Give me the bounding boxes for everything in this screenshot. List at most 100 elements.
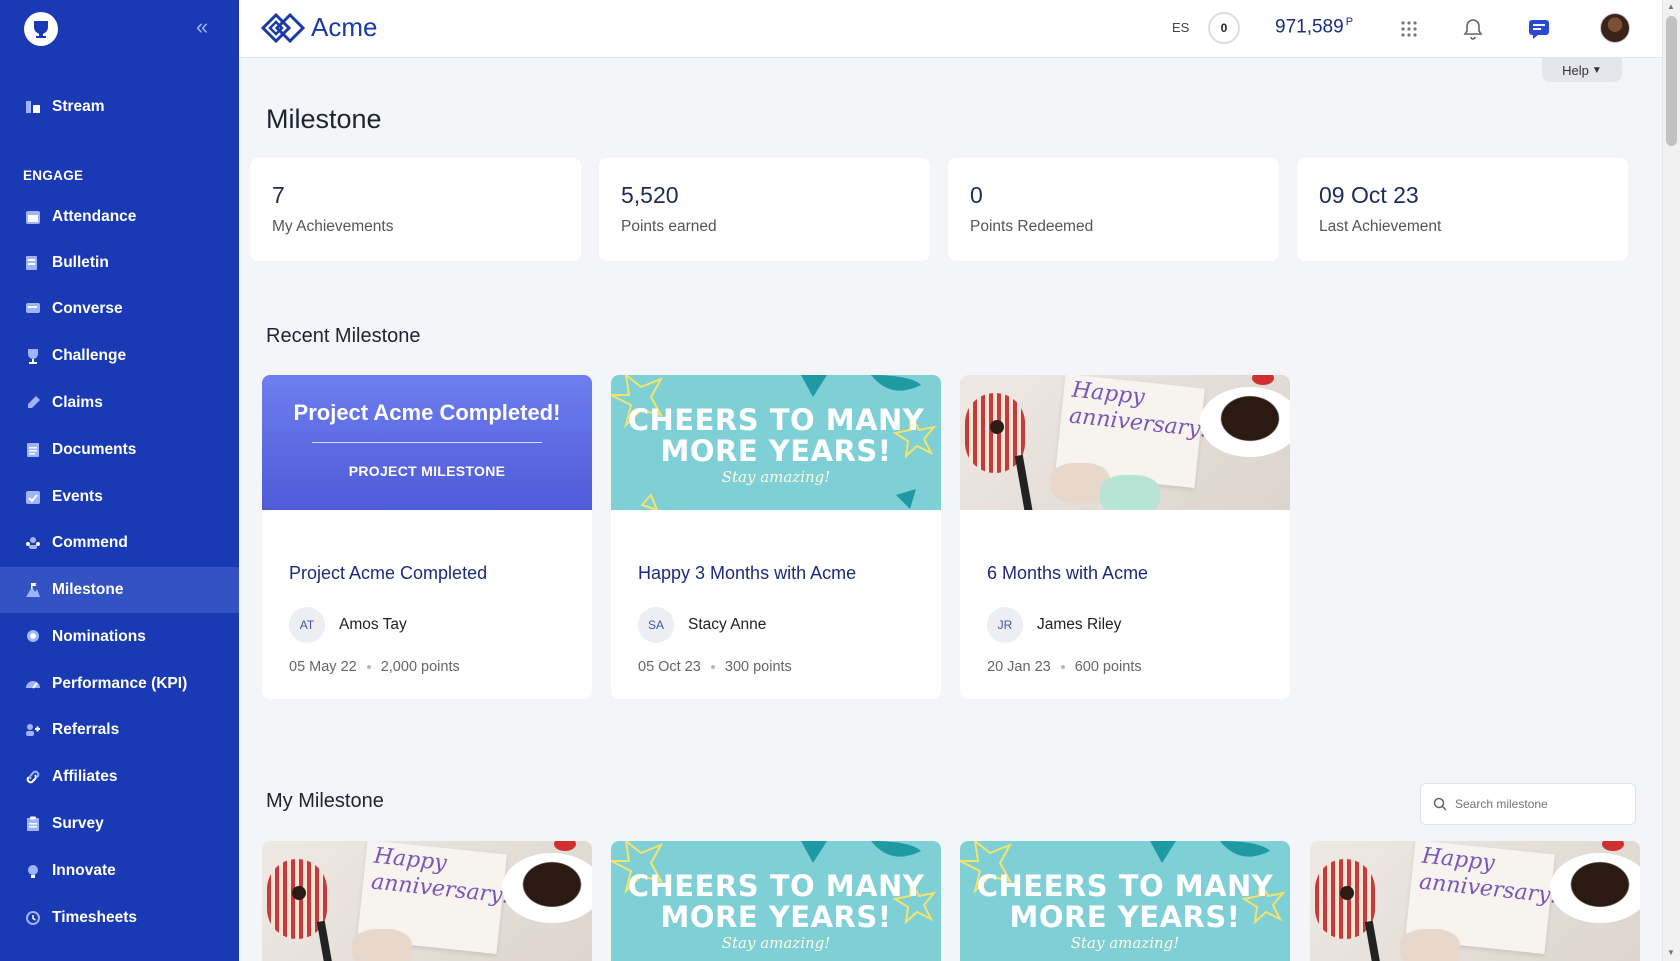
help-button[interactable]: Help ▼ (1542, 58, 1622, 82)
points-balance[interactable]: 971,589 P (1275, 16, 1353, 38)
apps-grid-icon[interactable] (1397, 17, 1421, 41)
sidebar-item-label: Survey (52, 815, 104, 832)
page-title: Milestone (266, 104, 382, 134)
image-subcaption: PROJECT MILESTONE (348, 463, 506, 479)
sidebar-item-performance[interactable]: Performance (KPI) (0, 661, 239, 707)
language-switch[interactable]: ES (1172, 20, 1189, 35)
sidebar-item-stream[interactable]: Stream (0, 84, 239, 130)
person-name: Amos Tay (339, 616, 407, 633)
sidebar-item-label: Innovate (52, 862, 116, 879)
image-subcaption: Stay amazing! (1070, 934, 1180, 952)
survey-icon (24, 815, 42, 833)
sidebar-item-label: Referrals (52, 721, 120, 738)
bulletin-icon (24, 254, 42, 272)
sidebar-item-label: Milestone (52, 581, 124, 598)
milestone-title[interactable]: Happy 3 Months with Acme (638, 563, 856, 584)
image-caption: CHEERS TO MANY MORE YEARS! (627, 403, 925, 468)
milestone-meta: 05 Oct 23 300 points (638, 659, 792, 675)
sidebar-item-attendance[interactable]: Attendance (0, 194, 239, 240)
brand[interactable]: Acme (261, 12, 377, 43)
points-value: 971,589 (1275, 16, 1344, 38)
spool-center (990, 420, 1004, 434)
sidebar-item-referrals[interactable]: Referrals (0, 707, 239, 753)
coffee-cup (502, 853, 592, 923)
sidebar-item-innovate[interactable]: Innovate (0, 848, 239, 894)
sidebar-item-timesheets[interactable]: Timesheets (0, 895, 239, 941)
milestone-card[interactable]: CHEERS TO MANY MORE YEARS! Stay amazing!… (611, 375, 941, 699)
sidebar-item-label: Converse (52, 300, 123, 317)
sidebar-item-converse[interactable]: Converse (0, 286, 239, 332)
macaron-shape (1400, 929, 1460, 961)
sidebar-item-milestone[interactable]: Milestone (0, 567, 239, 613)
sidebar-item-survey[interactable]: Survey (0, 801, 239, 847)
my-milestone-card[interactable]: CHEERS TO MANY MORE YEARS! Stay amazing! (960, 841, 1290, 961)
stat-card-last-achievement: 09 Oct 23 Last Achievement (1297, 158, 1628, 261)
my-milestone-card[interactable]: Happy anniversary! (1310, 841, 1640, 961)
milestone-card[interactable]: Happy anniversary! 6 Months with Acme JR… (960, 375, 1290, 699)
sidebar-item-label: Timesheets (52, 909, 138, 926)
scroll-down-arrow-icon[interactable]: ▼ (1667, 948, 1675, 957)
points-unit: P (1345, 16, 1354, 28)
stat-label: Points earned (621, 218, 717, 235)
scroll-thumb[interactable] (1666, 16, 1677, 146)
milestone-date: 05 Oct 23 (638, 659, 701, 675)
app-logo-icon[interactable] (24, 12, 58, 46)
stat-label: My Achievements (272, 218, 394, 235)
sidebar-item-label: Commend (52, 534, 128, 551)
sidebar-item-documents[interactable]: Documents (0, 427, 239, 473)
stat-label: Points Redeemed (970, 218, 1094, 235)
sidebar-item-nominations[interactable]: Nominations (0, 614, 239, 660)
scroll-up-arrow-icon[interactable]: ▲ (1667, 2, 1675, 11)
milestone-title[interactable]: 6 Months with Acme (987, 563, 1148, 584)
messages-icon[interactable] (1527, 17, 1551, 41)
sidebar: « Stream ENGAGE Attendance Bulletin Conv… (0, 0, 239, 961)
stat-card-points-redeemed: 0 Points Redeemed (948, 158, 1279, 261)
stream-icon (24, 98, 42, 116)
avatar: AT (289, 607, 325, 643)
recent-milestone-heading: Recent Milestone (266, 325, 421, 347)
milestone-card[interactable]: Project Acme Completed! PROJECT MILESTON… (262, 375, 592, 699)
search-milestone-field[interactable] (1420, 783, 1636, 825)
page-scrollbar[interactable]: ▲ ▼ (1662, 0, 1680, 961)
image-caption: Project Acme Completed! (293, 400, 561, 425)
coin-counter[interactable]: 0 (1208, 12, 1240, 44)
milestone-title[interactable]: Project Acme Completed (289, 563, 487, 584)
bell-icon[interactable] (1461, 17, 1485, 41)
collapse-sidebar-icon[interactable]: « (196, 16, 216, 38)
stat-label: Last Achievement (1319, 218, 1442, 235)
milestone-meta: 20 Jan 23 600 points (987, 659, 1142, 675)
my-milestone-heading: My Milestone (266, 790, 384, 812)
sidebar-item-label: Bulletin (52, 254, 109, 271)
divider (312, 442, 542, 443)
my-milestone-card[interactable]: Happy anniversary! (262, 841, 592, 961)
bow-shape (1602, 841, 1624, 851)
calendar-icon (24, 208, 42, 226)
avatar: JR (987, 607, 1023, 643)
person-name: James Riley (1037, 616, 1122, 633)
sidebar-item-label: Events (52, 488, 103, 505)
sidebar-item-claims[interactable]: Claims (0, 380, 239, 426)
spool-center (1340, 886, 1354, 900)
sidebar-item-affiliates[interactable]: Affiliates (0, 754, 239, 800)
sidebar-item-events[interactable]: Events (0, 474, 239, 520)
sidebar-item-label: Claims (52, 394, 103, 411)
separator-dot (710, 665, 715, 669)
referral-icon (24, 721, 42, 739)
person-name: Stacy Anne (688, 616, 767, 633)
my-milestone-card[interactable]: CHEERS TO MANY MORE YEARS! Stay amazing! (611, 841, 941, 961)
sidebar-item-label: Documents (52, 441, 137, 458)
document-icon (24, 441, 42, 459)
chevron-down-icon: ▼ (1591, 64, 1602, 76)
milestone-date: 05 May 22 (289, 659, 357, 675)
search-input[interactable] (1455, 797, 1625, 811)
sidebar-item-commend[interactable]: Commend (0, 520, 239, 566)
user-avatar[interactable] (1600, 13, 1630, 43)
stat-value: 0 (970, 182, 983, 208)
sidebar-item-label: Nominations (52, 628, 146, 645)
pen-shape (316, 920, 336, 961)
event-icon (24, 488, 42, 506)
stat-card-points-earned: 5,520 Points earned (599, 158, 930, 261)
nomination-icon (24, 628, 42, 646)
sidebar-item-challenge[interactable]: Challenge (0, 333, 239, 379)
sidebar-item-bulletin[interactable]: Bulletin (0, 240, 239, 286)
